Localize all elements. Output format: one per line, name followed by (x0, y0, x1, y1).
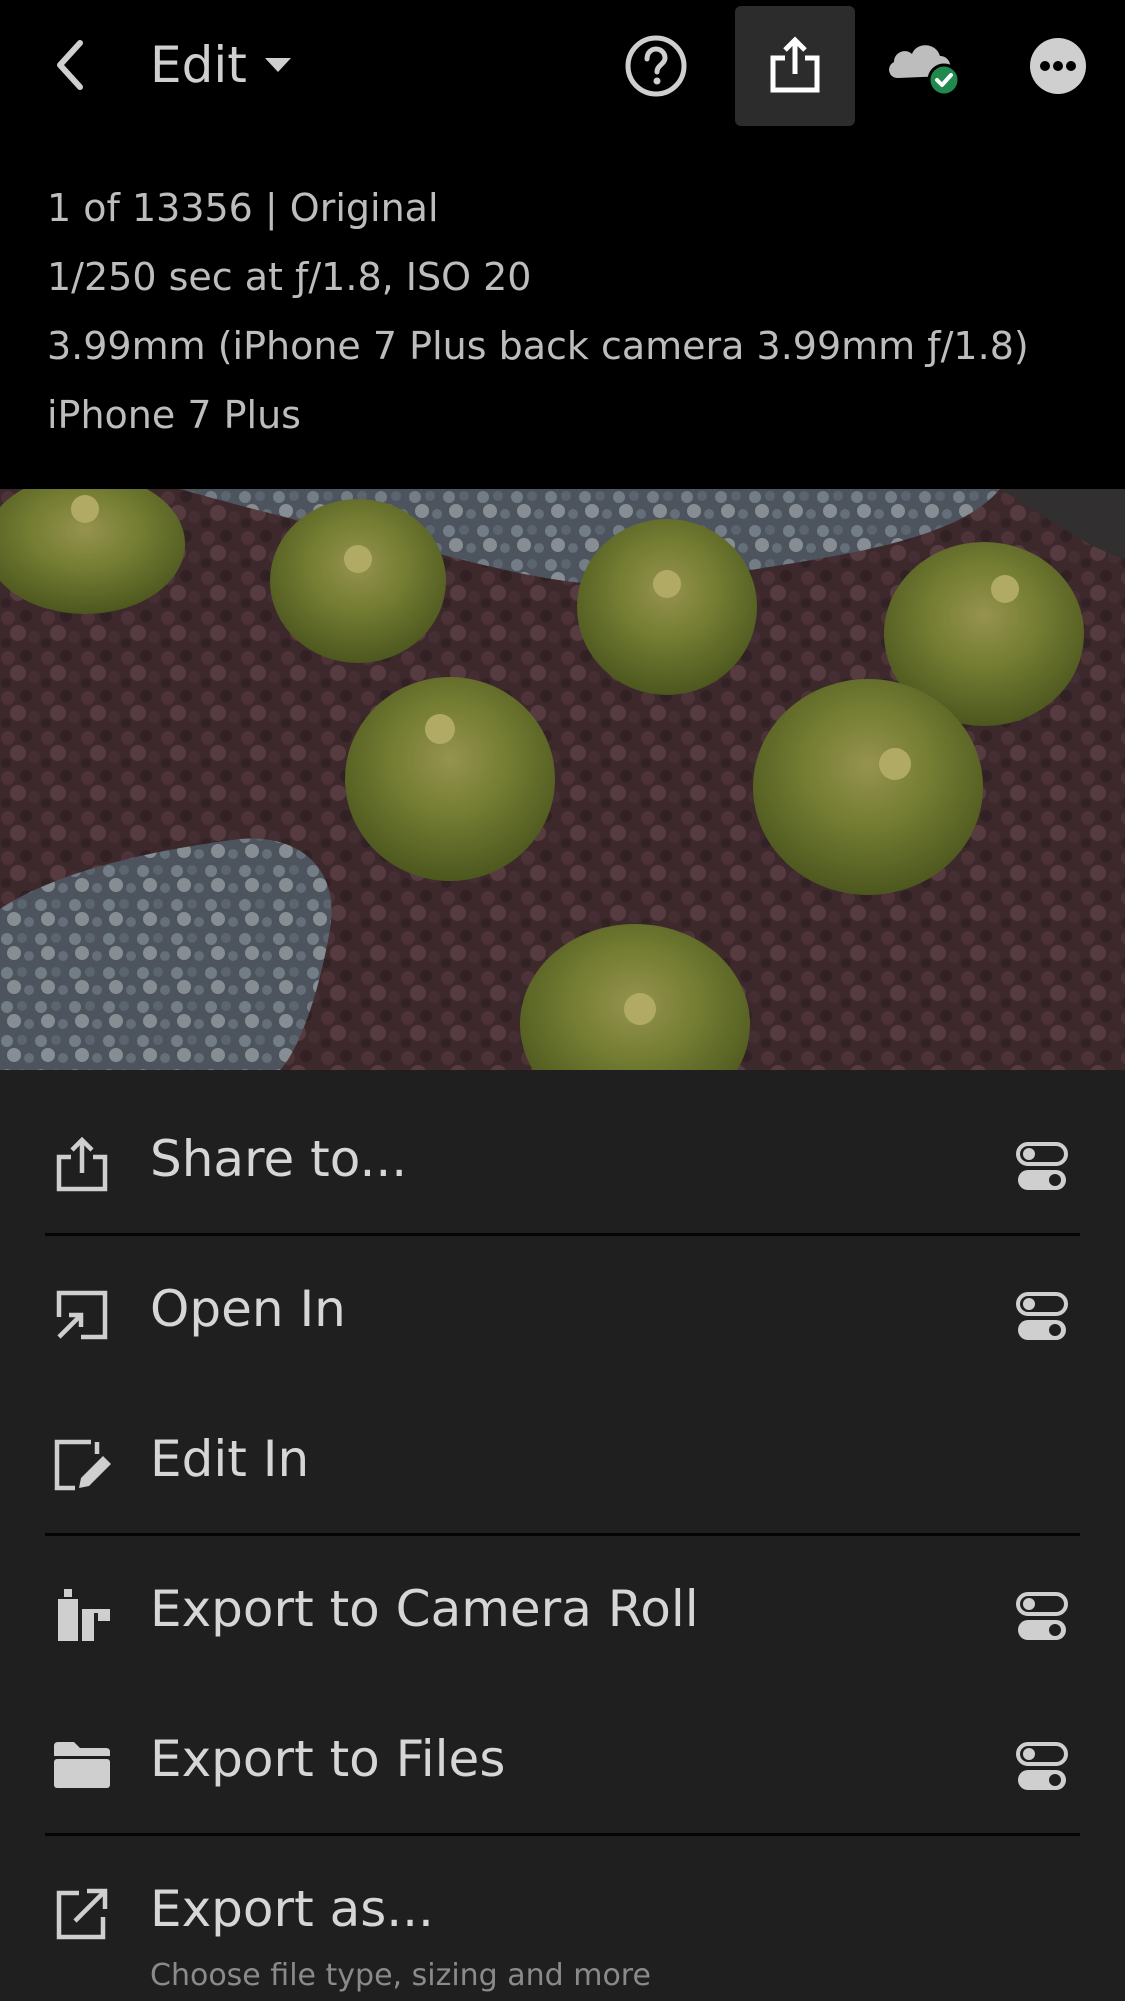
photo-preview[interactable] (0, 489, 1125, 1070)
menu-divider (45, 1233, 1080, 1236)
menu-item-label: Edit In (150, 1430, 310, 1488)
settings-toggle-icon[interactable] (1015, 1290, 1069, 1344)
menu-item-label: Export to Files (150, 1730, 506, 1788)
lens-line: 3.99mm (iPhone 7 Plus back camera 3.99mm… (47, 324, 1029, 368)
chevron-down-icon (264, 58, 291, 72)
settings-toggle-icon[interactable] (1015, 1590, 1069, 1644)
more-button[interactable] (998, 6, 1118, 126)
open-in-icon (50, 1285, 114, 1345)
menu-item-label: Export as... (150, 1880, 434, 1938)
photo-info: 1 of 13356 | Original 1/250 sec at ƒ/1.8… (47, 178, 1029, 454)
menu-item-export-files[interactable]: Export to Files (0, 1690, 1125, 1840)
camera-roll-icon (50, 1585, 114, 1645)
menu-item-export-as[interactable]: Export as... Choose file type, sizing an… (0, 1840, 1125, 2001)
export-icon (50, 1885, 114, 1945)
back-button[interactable] (40, 30, 100, 100)
menu-item-label: Open In (150, 1280, 346, 1338)
share-icon (770, 36, 820, 93)
menu-item-sublabel: Choose file type, sizing and more (150, 1958, 651, 1993)
share-toolbar-button[interactable] (735, 6, 855, 126)
menu-item-edit-in[interactable]: Edit In (0, 1390, 1125, 1540)
camera-line: iPhone 7 Plus (47, 393, 301, 437)
edit-in-icon (50, 1435, 114, 1495)
top-bar: Edit (0, 0, 1125, 130)
menu-item-label: Share to... (150, 1130, 408, 1188)
menu-item-open-in[interactable]: Open In (0, 1240, 1125, 1390)
help-icon (625, 35, 687, 97)
more-icon (1030, 38, 1086, 94)
menu-divider (45, 1833, 1080, 1836)
settings-toggle-icon[interactable] (1015, 1140, 1069, 1194)
share-export-menu: Share to... Open In Edit In Export to Ca… (0, 1070, 1125, 2001)
photo-index-line: 1 of 13356 | Original (47, 186, 439, 230)
share-icon (50, 1135, 114, 1195)
help-button[interactable] (596, 6, 716, 126)
menu-item-share-to[interactable]: Share to... (0, 1090, 1125, 1240)
folder-icon (50, 1735, 114, 1795)
menu-item-export-camera-roll[interactable]: Export to Camera Roll (0, 1540, 1125, 1690)
back-chevron-icon (57, 40, 83, 90)
cloud-synced-icon (889, 45, 961, 97)
settings-toggle-icon[interactable] (1015, 1740, 1069, 1794)
menu-divider (45, 1533, 1080, 1536)
mode-label: Edit (150, 36, 247, 94)
menu-item-label: Export to Camera Roll (150, 1580, 699, 1638)
cloud-sync-button[interactable] (866, 6, 986, 126)
cactus-photo (0, 489, 1125, 1070)
exposure-line: 1/250 sec at ƒ/1.8, ISO 20 (47, 255, 532, 299)
mode-dropdown[interactable]: Edit (150, 30, 293, 100)
